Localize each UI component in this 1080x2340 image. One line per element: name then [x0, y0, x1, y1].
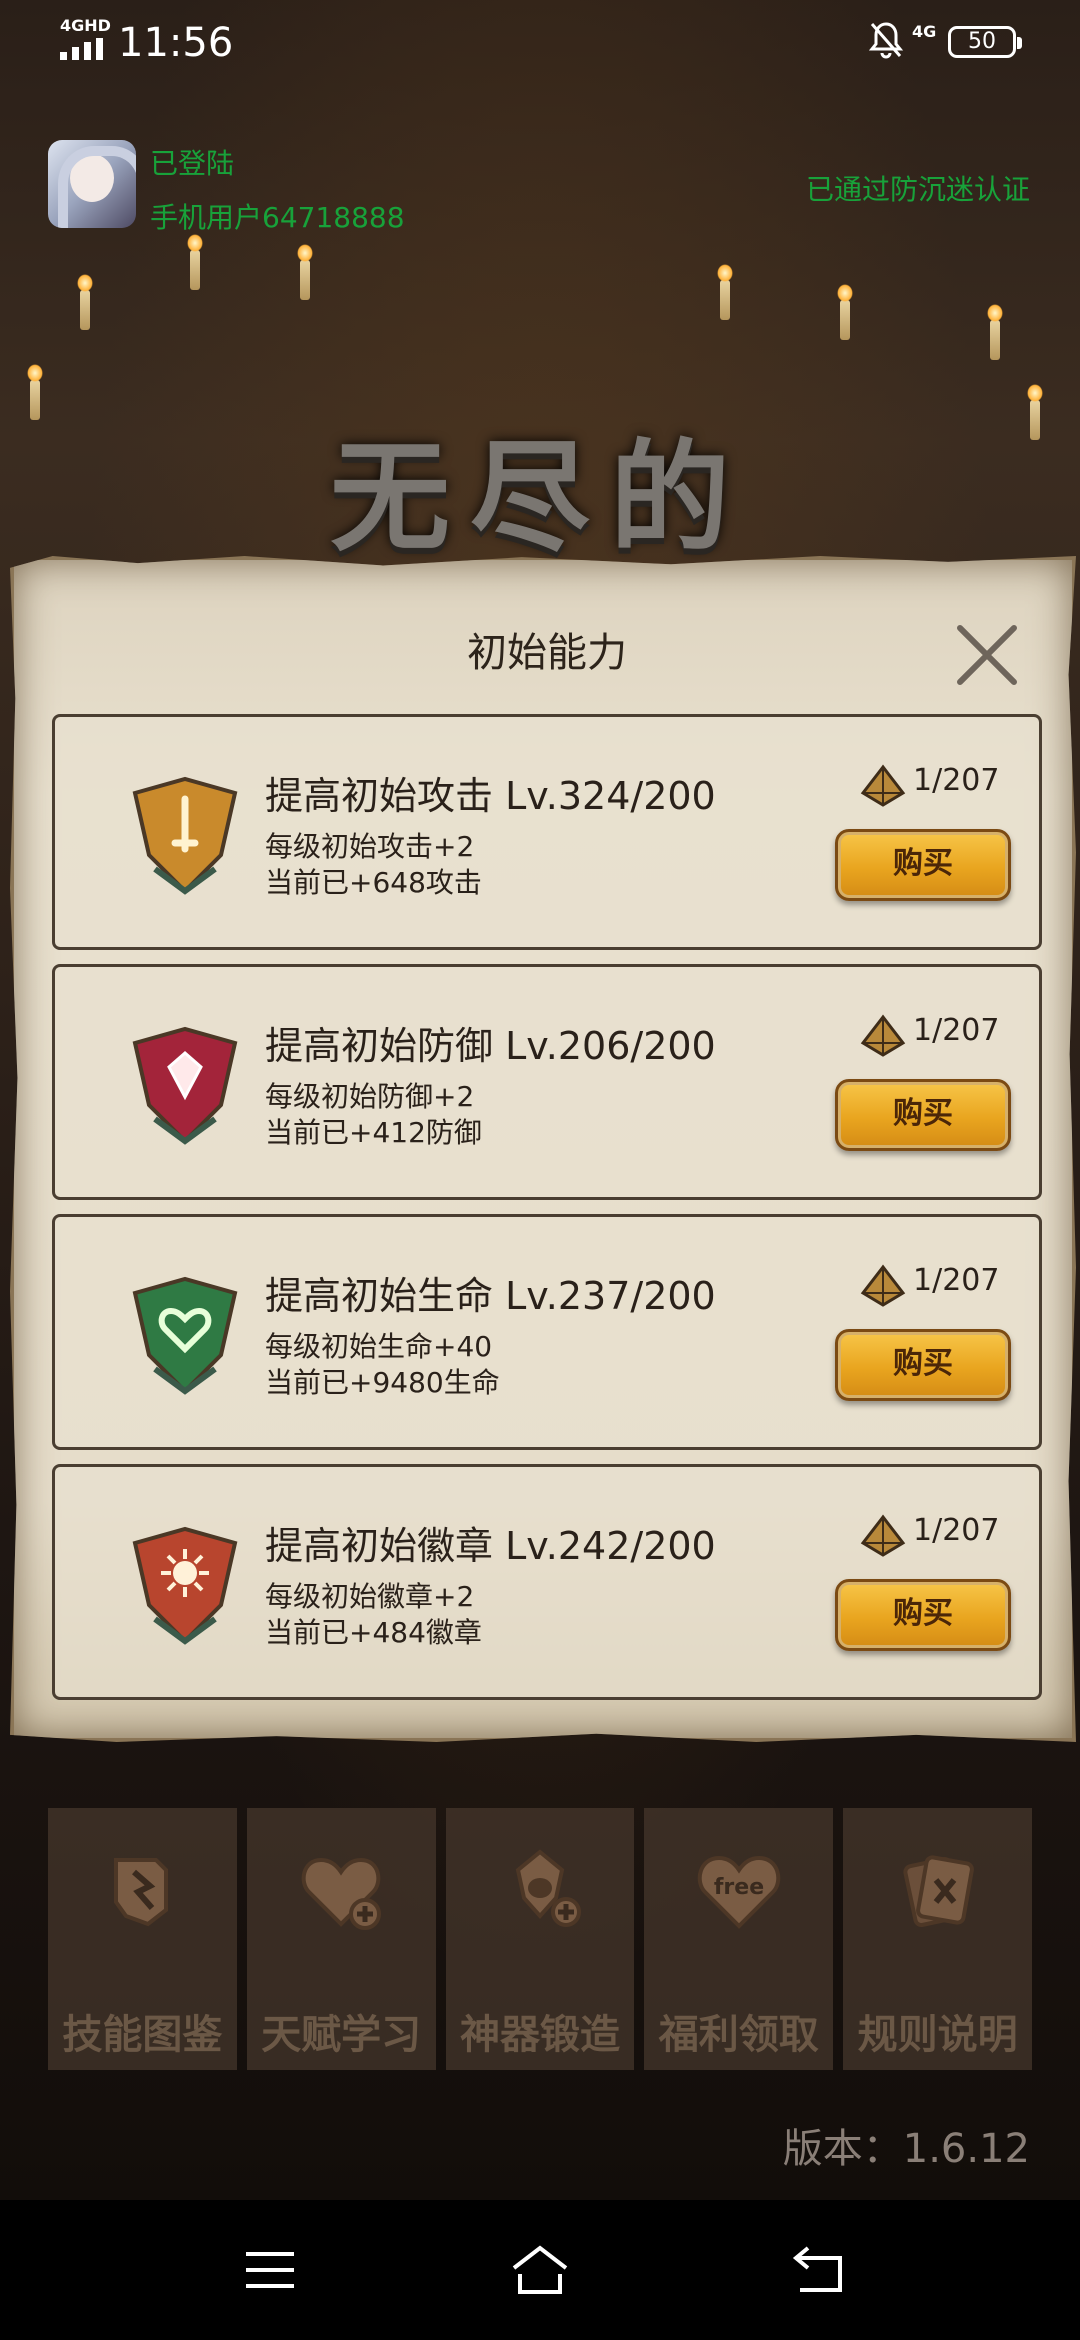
candle-decoration: [717, 264, 733, 320]
ability-per-level: 每级初始防御+2: [265, 1080, 475, 1113]
ability-current: 当前已+648攻击: [265, 866, 482, 899]
bottom-menu: 技能图鉴 天赋学习 神器锻造 free 福利领取 规则说明: [48, 1808, 1032, 2070]
buy-button[interactable]: 购买: [835, 1579, 1011, 1651]
candle-decoration: [77, 274, 93, 330]
pyramid-gem-icon: [860, 1514, 906, 1557]
ability-per-level: 每级初始生命+40: [265, 1330, 493, 1363]
ability-per-level: 每级初始徽章+2: [265, 1580, 475, 1613]
ability-current: 当前已+412防御: [265, 1116, 482, 1149]
free-heart-icon: free: [697, 1855, 781, 1929]
buy-button[interactable]: 购买: [835, 1079, 1011, 1151]
ability-title: 提高初始生命 Lv.237/200: [265, 1274, 716, 1318]
status-bar: 4GHD 11:56 4G 50: [0, 0, 1080, 84]
signal-icon: [60, 38, 104, 60]
ability-card-defense: 提高初始防御 Lv.206/200 每级初始防御+2 当前已+412防御 1/2…: [52, 964, 1042, 1200]
back-icon[interactable]: [790, 2242, 850, 2298]
network-type: 4GHD: [60, 16, 111, 35]
candle-decoration: [297, 244, 313, 300]
shield-gem-icon: [132, 1026, 238, 1145]
ability-title: 提高初始徽章 Lv.242/200: [265, 1524, 716, 1568]
candle-decoration: [987, 304, 1003, 360]
menu-label: 福利领取: [658, 2012, 819, 2058]
ability-title: 提高初始攻击 Lv.324/200: [265, 774, 716, 818]
candle-decoration: [837, 284, 853, 340]
menu-label: 天赋学习: [261, 2012, 422, 2058]
heart-gem-icon: [132, 1276, 238, 1395]
svg-text:free: free: [714, 1875, 764, 1900]
avatar[interactable]: [48, 140, 136, 228]
version-label: 版本：1.6.12: [782, 2126, 1030, 2172]
menu-artifact[interactable]: 神器锻造: [445, 1808, 635, 2070]
home-icon[interactable]: [510, 2242, 570, 2298]
cost-label: 1/207: [913, 763, 1000, 798]
menu-label: 技能图鉴: [62, 2012, 223, 2058]
menu-welfare[interactable]: free 福利领取: [644, 1808, 834, 2070]
network-4g: 4G: [912, 22, 937, 41]
battery-level: 50: [968, 29, 996, 54]
menu-skill-book[interactable]: 技能图鉴: [48, 1808, 237, 2070]
menu-talent[interactable]: 天赋学习: [246, 1808, 436, 2070]
artifact-plus-icon: [515, 1849, 581, 1927]
pyramid-gem-icon: [860, 1014, 906, 1057]
navigation-bar: [0, 2200, 1080, 2340]
ability-per-level: 每级初始攻击+2: [265, 830, 475, 863]
login-status: 已登陆: [150, 147, 235, 180]
pyramid-gem-icon: [860, 764, 906, 807]
ability-card-badge: 提高初始徽章 Lv.242/200 每级初始徽章+2 当前已+484徽章 1/2…: [52, 1464, 1042, 1700]
ability-card-attack: 提高初始攻击 Lv.324/200 每级初始攻击+2 当前已+648攻击 1/2…: [52, 714, 1042, 950]
cost-label: 1/207: [913, 1263, 1000, 1298]
mute-bell-icon: [868, 22, 904, 59]
badge-gem-icon: [132, 1526, 238, 1645]
sword-gem-icon: [132, 776, 238, 895]
cost-label: 1/207: [913, 1013, 1000, 1048]
buy-button[interactable]: 购买: [835, 829, 1011, 901]
ability-current: 当前已+484徽章: [265, 1616, 482, 1649]
candle-decoration: [187, 234, 203, 290]
clock: 11:56: [118, 20, 234, 66]
skill-book-icon: [114, 1858, 169, 1927]
battery-icon: 50: [948, 26, 1022, 58]
game-title: 无尽的: [330, 429, 750, 568]
menu-rules[interactable]: 规则说明: [843, 1808, 1032, 2070]
ability-current: 当前已+9480生命: [265, 1366, 500, 1399]
menu-label: 神器锻造: [459, 2012, 620, 2058]
cost-label: 1/207: [913, 1513, 1000, 1548]
panel-title: 初始能力: [467, 630, 627, 676]
menu-icon[interactable]: [240, 2242, 300, 2298]
initial-ability-panel: 初始能力 提高初始攻击 Lv.324/200 每级初始攻击+2 当前已+648攻…: [10, 556, 1076, 1742]
ability-title: 提高初始防御 Lv.206/200: [265, 1024, 716, 1068]
anti-addiction-status: 已通过防沉迷认证: [805, 173, 1030, 206]
ability-card-health: 提高初始生命 Lv.237/200 每级初始生命+40 当前已+9480生命 1…: [52, 1214, 1042, 1450]
rules-cards-icon: [902, 1855, 974, 1928]
buy-button[interactable]: 购买: [835, 1329, 1011, 1401]
close-icon[interactable]: [954, 622, 1020, 688]
heart-plus-icon: [301, 1857, 382, 1930]
menu-label: 规则说明: [857, 2012, 1018, 2058]
login-username: 手机用户64718888: [150, 201, 405, 234]
pyramid-gem-icon: [860, 1264, 906, 1307]
